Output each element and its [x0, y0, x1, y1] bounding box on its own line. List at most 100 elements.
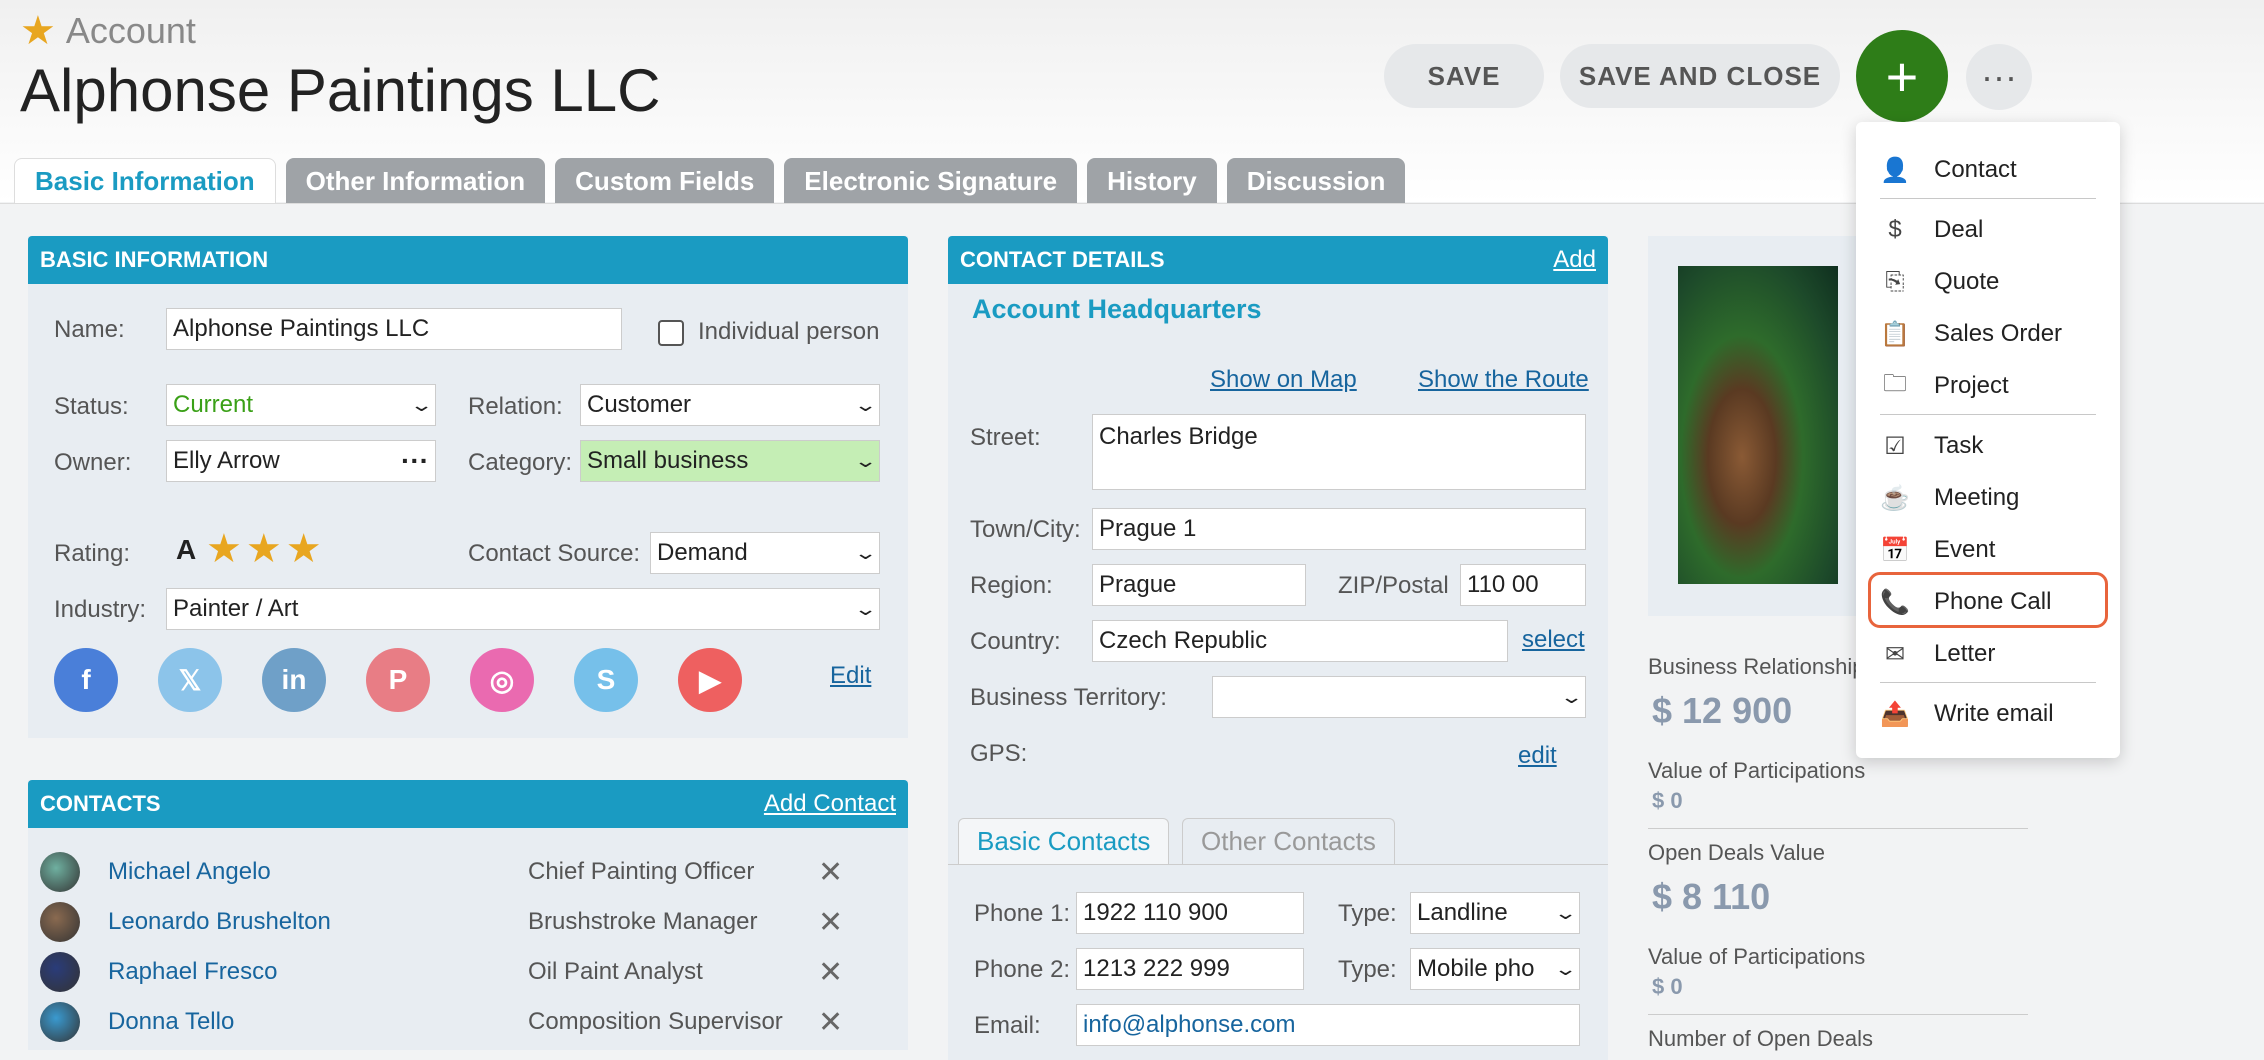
phone1-input[interactable]: 1922 110 900 [1076, 892, 1304, 934]
remove-contact-icon[interactable]: ✕ [818, 855, 843, 890]
menu-item-event[interactable]: 📅 Event [1856, 526, 2120, 574]
menu-item-contact[interactable]: 👤 Contact [1856, 146, 2120, 194]
rating-stars[interactable]: ★★★ [206, 526, 326, 572]
menu-item-quote[interactable]: ⎘ Quote [1856, 258, 2120, 306]
individual-person-checkbox[interactable] [658, 320, 684, 346]
number-open-deals-label: Number of Open Deals [1648, 1026, 1873, 1051]
chevron-down-icon: ⌄ [853, 394, 878, 415]
remove-contact-icon[interactable]: ✕ [818, 1005, 843, 1040]
menu-item-write-email[interactable]: 📤 Write email [1856, 690, 2120, 738]
region-input[interactable]: Prague [1092, 564, 1306, 606]
phone2-type-label: Type: [1338, 956, 1397, 983]
country-value: Czech Republic [1099, 627, 1268, 654]
show-on-map-link[interactable]: Show on Map [1210, 366, 1357, 394]
save-button[interactable]: SAVE [1384, 44, 1544, 108]
edit-social-link[interactable]: Edit [830, 662, 871, 690]
relation-select[interactable]: Customer ⌄ [580, 384, 880, 426]
facebook-icon[interactable]: f [54, 648, 118, 712]
menu-item-task[interactable]: ☑ Task [1856, 422, 2120, 470]
instagram-icon[interactable]: ◎ [470, 648, 534, 712]
add-new-button[interactable]: + [1856, 30, 1948, 122]
linkedin-icon[interactable]: in [262, 648, 326, 712]
pinterest-icon[interactable]: P [366, 648, 430, 712]
avatar[interactable] [40, 902, 80, 942]
menu-item-label: Quote [1934, 268, 2000, 295]
menu-item-sales-order[interactable]: 📋 Sales Order [1856, 310, 2120, 358]
status-select[interactable]: Current ⌄ [166, 384, 436, 426]
phone2-type-select[interactable]: Mobile pho ⌄ [1410, 948, 1580, 990]
panel-header: BASIC INFORMATION [28, 236, 908, 284]
tab-electronic-signature[interactable]: Electronic Signature [784, 158, 1078, 204]
panel-title: CONTACT DETAILS [960, 247, 1165, 272]
tab-basic-contacts[interactable]: Basic Contacts [958, 818, 1170, 864]
owner-label: Owner: [54, 449, 132, 476]
remove-contact-icon[interactable]: ✕ [818, 955, 843, 990]
name-input[interactable]: Alphonse Paintings LLC [166, 308, 622, 350]
contact-source-label: Contact Source: [468, 540, 641, 567]
add-contact-link[interactable]: Add Contact [764, 790, 896, 818]
street-label: Street: [970, 424, 1041, 451]
menu-separator [1880, 414, 2096, 415]
menu-item-label: Project [1934, 372, 2009, 399]
avatar[interactable] [40, 952, 80, 992]
email-input[interactable]: info@alphonse.com [1076, 1004, 1580, 1046]
gps-edit-link[interactable]: edit [1518, 742, 1557, 770]
zip-input[interactable]: 110 00 [1460, 564, 1586, 606]
person-icon: 👤 [1880, 156, 1910, 184]
category-value: Small business [587, 447, 749, 474]
tab-custom-fields[interactable]: Custom Fields [555, 158, 775, 204]
industry-select[interactable]: Painter / Art ⌄ [166, 588, 880, 630]
record-tabs: Basic Information Other Information Cust… [14, 158, 1406, 204]
participations-value: $ 0 [1652, 788, 1683, 813]
folder-icon: 🗀 [1883, 369, 1907, 397]
select-country-link[interactable]: select [1522, 626, 1585, 654]
tab-other-information[interactable]: Other Information [285, 158, 546, 204]
territory-select[interactable]: ⌄ [1212, 676, 1586, 718]
tab-basic-information[interactable]: Basic Information [14, 158, 276, 204]
tab-other-contacts[interactable]: Other Contacts [1182, 818, 1395, 864]
street-input[interactable]: Charles Bridge [1092, 414, 1586, 490]
phone1-type-select[interactable]: Landline ⌄ [1410, 892, 1580, 934]
rating-label: Rating: [54, 540, 131, 567]
x-icon[interactable]: 𝕏 [158, 648, 222, 712]
menu-item-project[interactable]: 🗀 Project [1856, 362, 2120, 410]
contact-name-link[interactable]: Michael Angelo [108, 858, 528, 886]
menu-item-letter[interactable]: ✉ Letter [1856, 630, 2120, 678]
more-actions-button[interactable]: ··· [1966, 44, 2032, 110]
tab-history[interactable]: History [1087, 158, 1217, 204]
town-input[interactable]: Prague 1 [1092, 508, 1586, 550]
menu-item-meeting[interactable]: ☕ Meeting [1856, 474, 2120, 522]
subtab-divider [948, 864, 1608, 865]
menu-item-label: Sales Order [1934, 320, 2063, 347]
owner-input[interactable]: Elly Arrow ··· [166, 440, 436, 482]
contact-name-link[interactable]: Donna Tello [108, 1008, 528, 1036]
phone2-input[interactable]: 1213 222 999 [1076, 948, 1304, 990]
contact-name-link[interactable]: Raphael Fresco [108, 958, 528, 986]
favorite-star-icon[interactable]: ★ [20, 8, 56, 54]
country-input[interactable]: Czech Republic [1092, 620, 1508, 662]
avatar[interactable] [40, 852, 80, 892]
contact-name-link[interactable]: Leonardo Brushelton [108, 908, 528, 936]
account-photo[interactable] [1678, 266, 1838, 584]
contact-row: Donna Tello Composition Supervisor ✕ [40, 1000, 880, 1044]
category-select[interactable]: Small business ⌄ [580, 440, 880, 482]
tab-discussion[interactable]: Discussion [1226, 158, 1406, 204]
phone1-label: Phone 1: [974, 900, 1071, 927]
show-route-link[interactable]: Show the Route [1418, 366, 1589, 394]
chevron-down-icon: ⌄ [1553, 902, 1578, 923]
youtube-icon[interactable]: ▶ [678, 648, 742, 712]
contact-role: Chief Painting Officer [528, 858, 755, 885]
menu-item-label: Event [1934, 536, 1996, 563]
contact-row: Raphael Fresco Oil Paint Analyst ✕ [40, 950, 880, 994]
ellipsis-icon[interactable]: ··· [401, 445, 429, 477]
avatar[interactable] [40, 1002, 80, 1042]
task-icon: ☑ [1884, 432, 1906, 460]
remove-contact-icon[interactable]: ✕ [818, 905, 843, 940]
open-deals-value: $ 8 110 [1652, 876, 1771, 917]
skype-icon[interactable]: S [574, 648, 638, 712]
menu-item-deal[interactable]: $ Deal [1856, 206, 2120, 254]
add-address-link[interactable]: Add [1553, 246, 1596, 274]
cup-icon: ☕ [1880, 484, 1910, 512]
contact-source-select[interactable]: Demand ⌄ [650, 532, 880, 574]
save-and-close-button[interactable]: SAVE AND CLOSE [1560, 44, 1840, 108]
